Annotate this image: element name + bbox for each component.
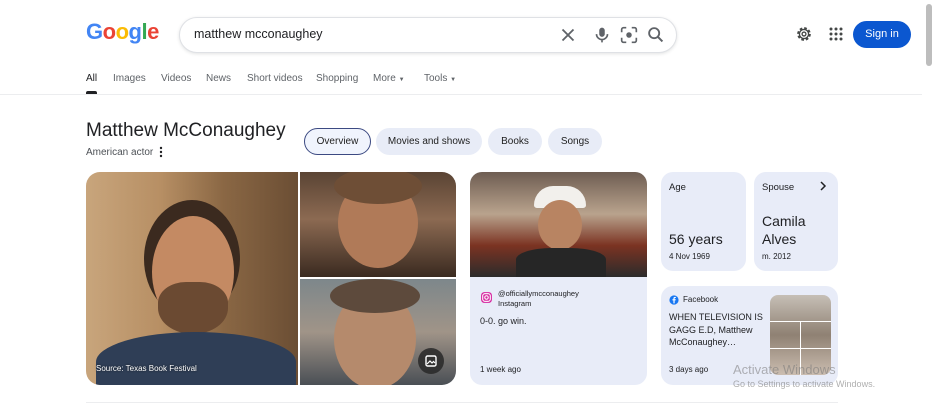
chip-songs[interactable]: Songs (548, 128, 602, 155)
spouse-fact-card[interactable]: Spouse Camila Alves m. 2012 (754, 172, 838, 271)
image-source-caption: Source: Texas Book Festival (96, 364, 197, 373)
logo-letter-g: G (86, 19, 103, 44)
logo-letter-o2: o (115, 19, 129, 44)
tab-more-label: More (373, 73, 396, 84)
facebook-icon (669, 295, 679, 305)
google-logo[interactable]: Google (86, 19, 159, 45)
chevron-right-icon (820, 181, 827, 191)
jacket-shape (96, 332, 296, 385)
shirt-shape (516, 248, 606, 277)
portrait-image-top-right[interactable] (300, 172, 456, 277)
tab-news[interactable]: News (206, 73, 231, 84)
tab-shopping[interactable]: Shopping (316, 73, 358, 84)
age-fact-card[interactable]: Age 56 years 4 Nov 1969 (661, 172, 746, 271)
instagram-post-card[interactable]: @officiallymcconaughey Instagram 0-0. go… (470, 172, 647, 385)
tab-more[interactable]: More ▼ (373, 73, 405, 84)
marriage-year: m. 2012 (762, 252, 791, 261)
chip-books[interactable]: Books (488, 128, 542, 155)
header-divider (0, 94, 922, 95)
search-icon[interactable] (645, 24, 667, 46)
spouse-name-line1: Camila (762, 213, 806, 229)
activate-windows-hint: Go to Settings to activate Windows. (733, 379, 876, 389)
spouse-label: Spouse (762, 182, 795, 193)
facebook-source: Facebook (683, 295, 719, 304)
portrait-image-main[interactable] (86, 172, 298, 385)
instagram-handle: @officiallymcconaughey (498, 289, 579, 298)
instagram-icon (481, 292, 492, 303)
tab-images[interactable]: Images (113, 73, 146, 84)
gear-icon[interactable] (794, 24, 814, 44)
activate-windows-watermark: Activate Windows (733, 362, 836, 377)
tab-all[interactable]: All (86, 73, 97, 84)
age-value: 56 years (669, 231, 723, 247)
beard-shape (158, 282, 228, 334)
section-divider (86, 402, 838, 403)
spouse-name-line2: Alves (762, 231, 797, 247)
face-shape (538, 200, 582, 250)
microphone-icon[interactable] (591, 24, 613, 46)
logo-letter-o1: o (102, 19, 116, 44)
instagram-post-text: 0-0. go win. (480, 316, 527, 326)
age-label: Age (669, 182, 686, 193)
hair-shape (330, 279, 420, 313)
tab-tools-label: Tools (424, 73, 448, 84)
chip-movies-and-shows[interactable]: Movies and shows (376, 128, 482, 155)
image-gallery-button[interactable] (418, 348, 444, 374)
instagram-source: Instagram (498, 299, 532, 308)
chip-overview[interactable]: Overview (304, 128, 371, 155)
tab-short-videos[interactable]: Short videos (247, 73, 303, 84)
search-box[interactable]: matthew mcconaughey (179, 17, 677, 53)
instagram-post-time: 1 week ago (480, 365, 521, 374)
apps-grid-icon[interactable] (826, 24, 846, 44)
more-options-icon[interactable] (157, 145, 165, 159)
entity-subtitle: American actor (86, 147, 154, 158)
search-input[interactable]: matthew mcconaughey (194, 27, 323, 41)
logo-letter-g2: g (128, 19, 142, 44)
birth-date: 4 Nov 1969 (669, 252, 710, 261)
tab-tools[interactable]: Tools ▼ (424, 73, 456, 84)
facebook-post-text: WHEN TELEVISION IS GAGG E.D, Matthew McC… (669, 312, 763, 347)
caret-down-icon: ▼ (450, 77, 457, 83)
clear-icon[interactable] (557, 24, 579, 46)
tab-videos[interactable]: Videos (161, 73, 191, 84)
entity-title: Matthew McConaughey (86, 120, 286, 141)
facebook-post-time: 3 days ago (669, 365, 709, 374)
scrollbar-thumb[interactable] (926, 4, 932, 66)
sign-in-button[interactable]: Sign in (853, 21, 911, 48)
caret-down-icon: ▼ (398, 77, 405, 83)
logo-letter-e: e (147, 19, 159, 44)
lens-icon[interactable] (618, 24, 640, 46)
image-icon (425, 355, 437, 367)
instagram-post-image (470, 172, 647, 277)
